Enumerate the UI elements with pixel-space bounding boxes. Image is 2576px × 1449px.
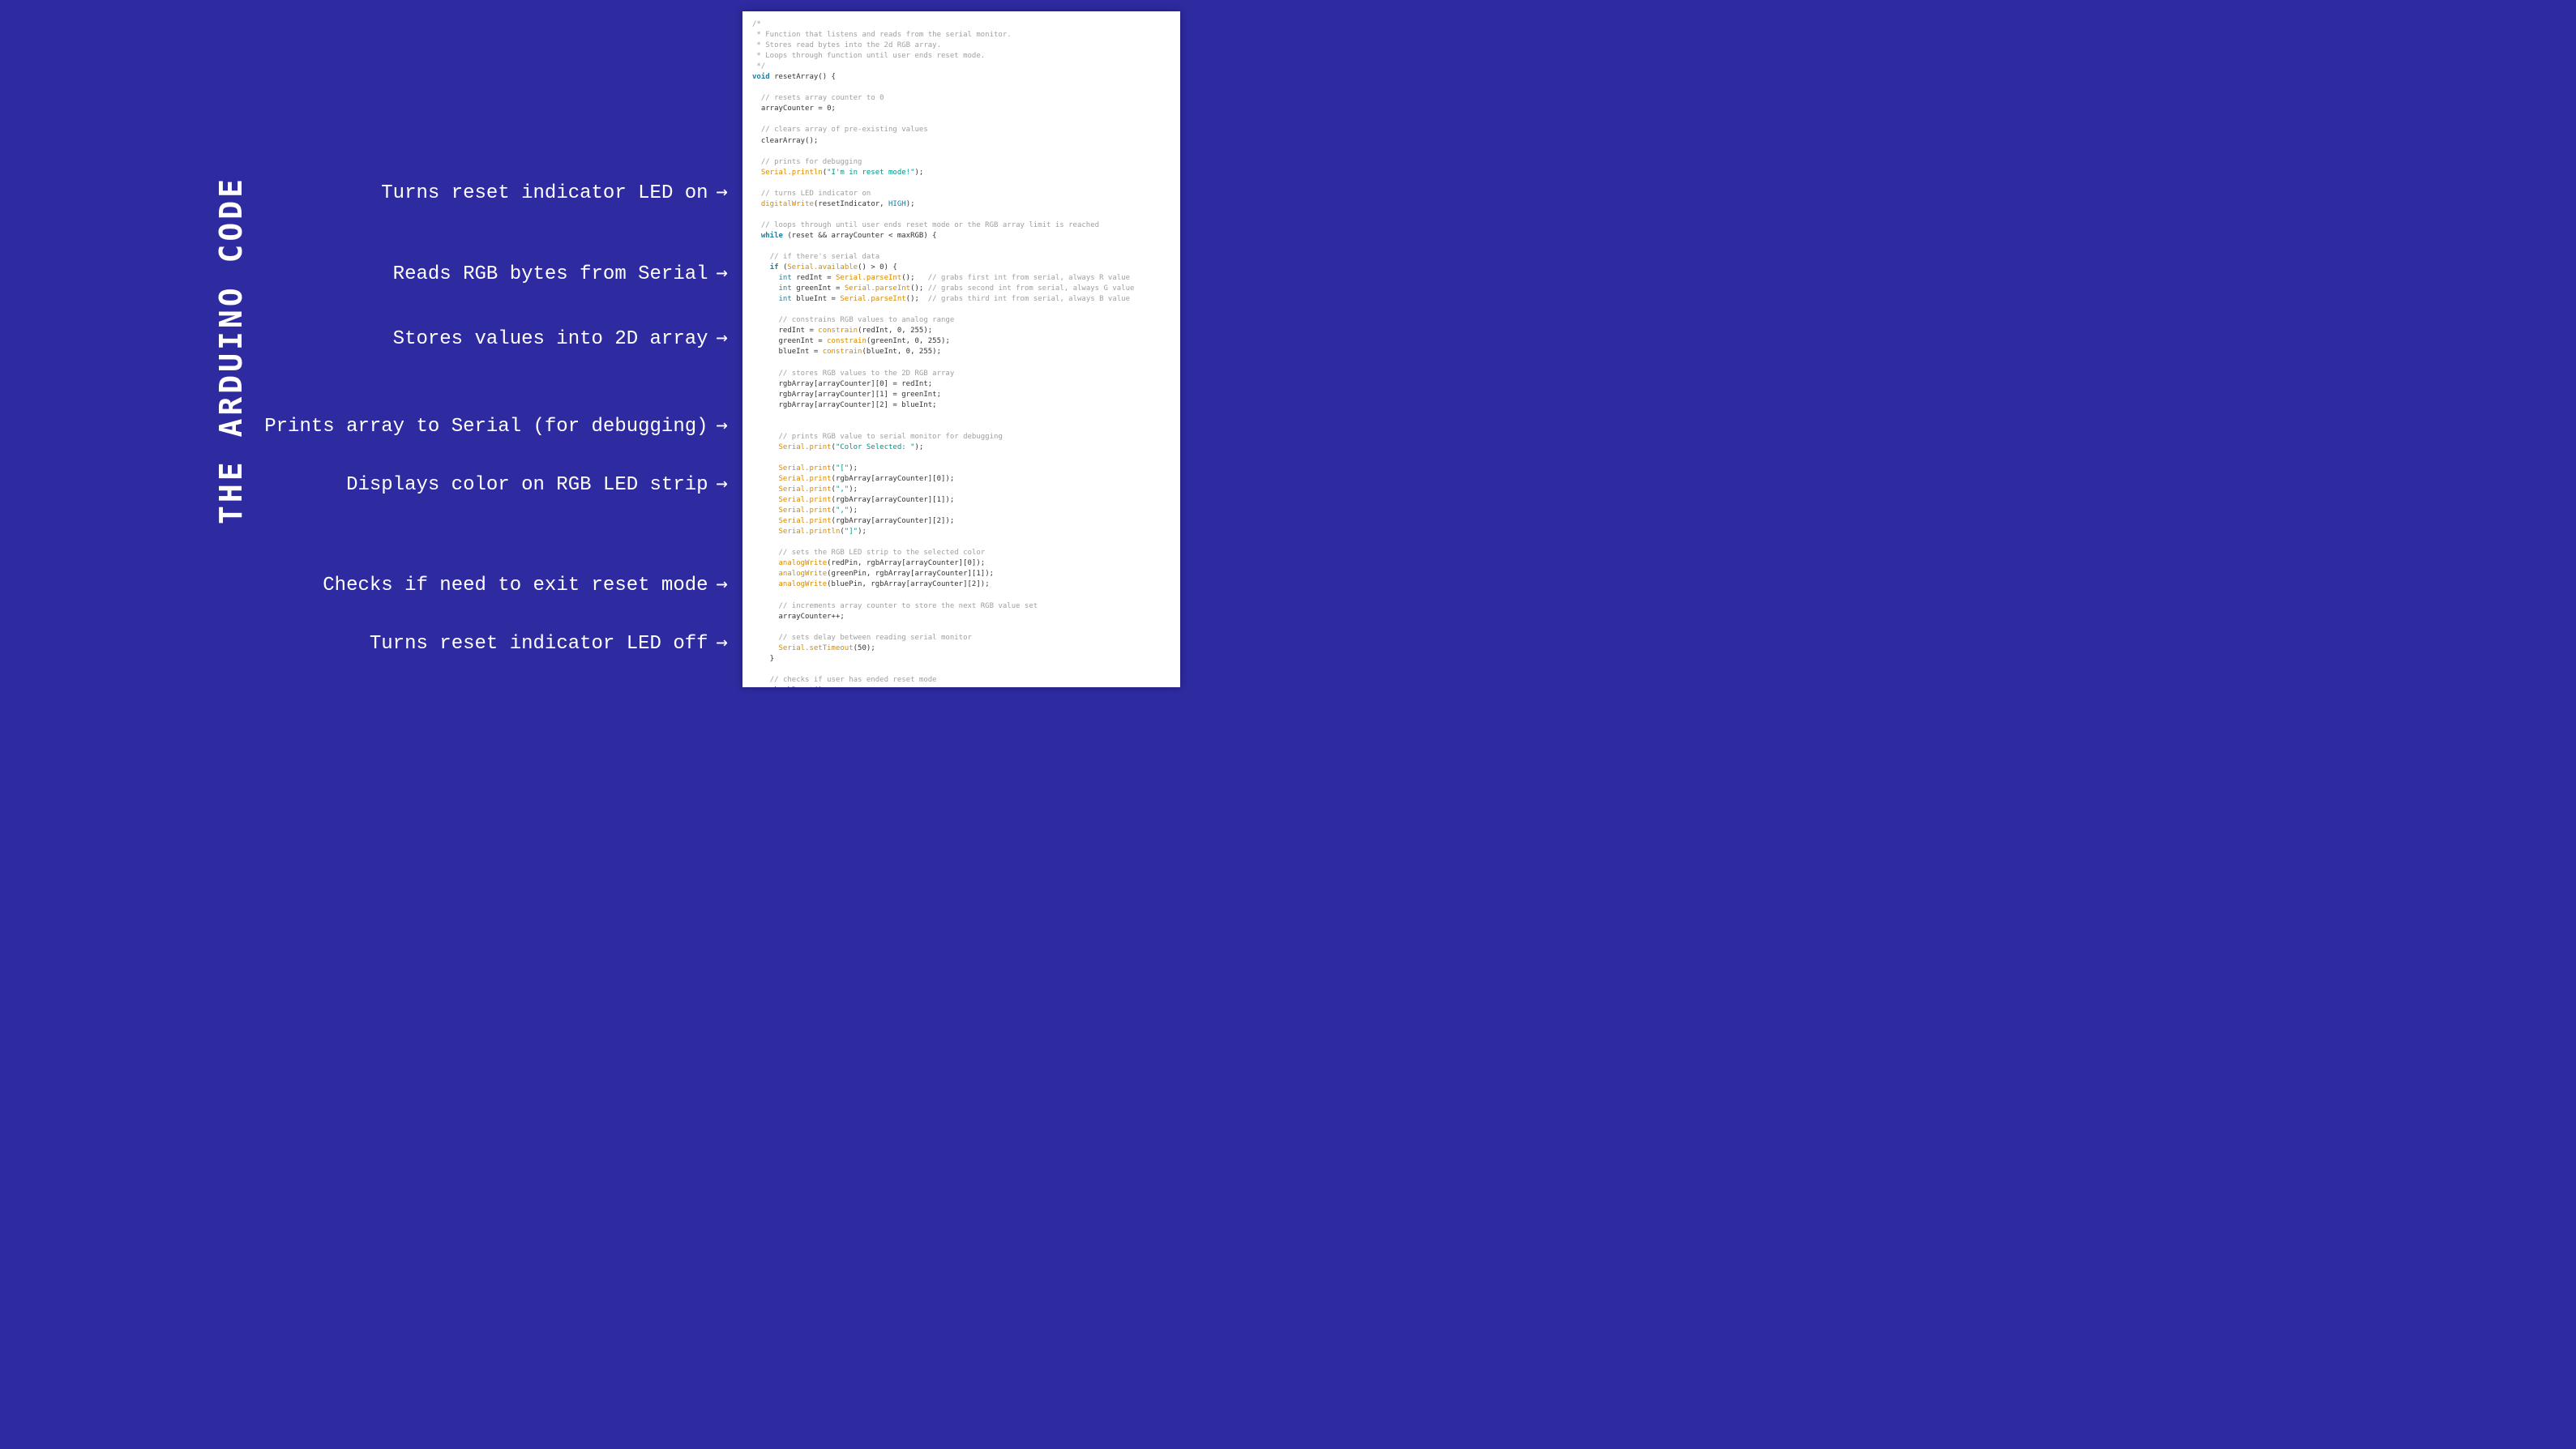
arrow-icon: → bbox=[717, 630, 728, 653]
annotation-item: Displays color on RGB LED strip → bbox=[346, 472, 728, 496]
annotation-text: Prints array to Serial (for debugging) bbox=[264, 416, 708, 438]
annotation-item: Reads RGB bytes from Serial → bbox=[393, 261, 728, 285]
annotation-text: Turns reset indicator LED on bbox=[381, 182, 708, 204]
annotation-item: Turns reset indicator LED off → bbox=[370, 630, 728, 655]
code-block: /* * Function that listens and reads fro… bbox=[752, 19, 1170, 687]
arrow-icon: → bbox=[717, 326, 728, 348]
annotation-text: Turns reset indicator LED off bbox=[370, 633, 708, 655]
arrow-icon: → bbox=[717, 472, 728, 494]
annotation-text: Displays color on RGB LED strip bbox=[346, 474, 708, 496]
arrow-icon: → bbox=[717, 261, 728, 284]
annotation-text: Stores values into 2D array bbox=[393, 328, 708, 350]
annotation-text: Reads RGB bytes from Serial bbox=[393, 263, 708, 285]
annotation-item: Turns reset indicator LED on → bbox=[381, 180, 728, 204]
code-panel: /* * Function that listens and reads fro… bbox=[742, 11, 1180, 687]
annotation-item: Checks if need to exit reset mode → bbox=[323, 572, 728, 596]
annotation-text: Checks if need to exit reset mode bbox=[323, 575, 708, 596]
arrow-icon: → bbox=[717, 572, 728, 595]
slide-title: THE ARDUINO CODE bbox=[213, 176, 249, 524]
annotation-item: Stores values into 2D array → bbox=[393, 326, 728, 350]
arrow-icon: → bbox=[717, 413, 728, 436]
arrow-icon: → bbox=[717, 180, 728, 203]
annotation-item: Prints array to Serial (for debugging) → bbox=[264, 413, 728, 438]
